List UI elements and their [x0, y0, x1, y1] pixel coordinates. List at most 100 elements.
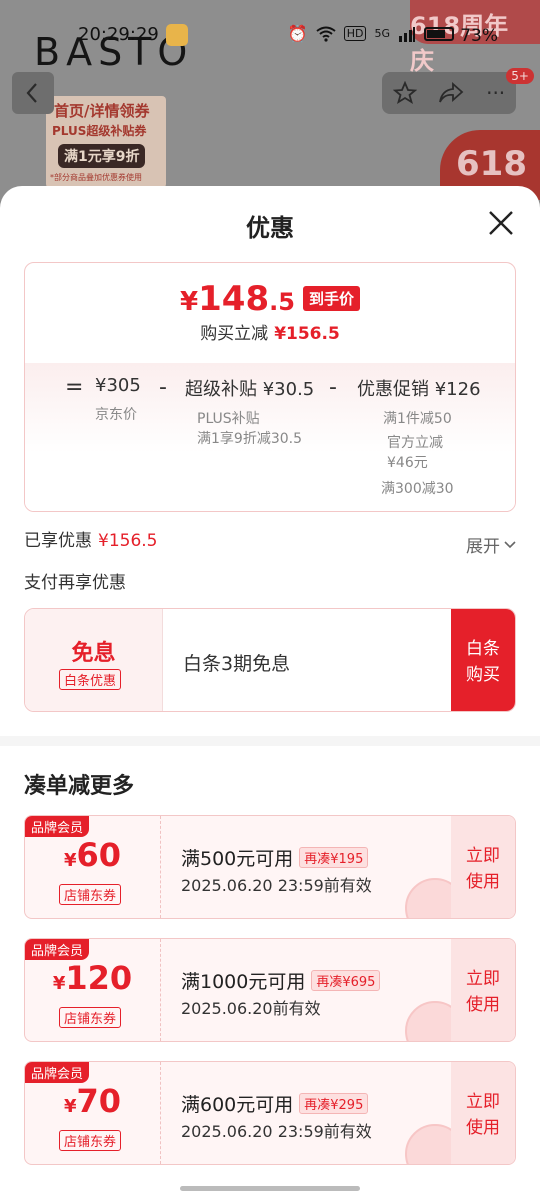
promo-sub4: 满300减30 [381, 481, 454, 497]
badge-618-text: 618 [456, 144, 527, 184]
coupon-type-tag: 店铺东券 [59, 1130, 122, 1151]
coupon-add-more: 再凑¥695 [311, 970, 381, 991]
price-formula: = ¥305 京东价 - 超级补贴 ¥30.5 PLUS补贴 满1享9折减30.… [25, 363, 515, 511]
pay-discount-title: 支付再享优惠 [24, 573, 126, 593]
promo-sub3: ¥46元 [387, 455, 428, 471]
section-divider [0, 736, 540, 746]
alarm-icon: ⏰ [287, 24, 308, 43]
baitiao-description: 白条3期免息 [183, 653, 291, 675]
coupon-currency: ¥ [52, 973, 66, 994]
saved-value: ¥156.5 [98, 531, 158, 551]
chevron-down-icon [504, 540, 516, 548]
saved-discount: 已享优惠 ¥156.5 [24, 526, 157, 551]
price-currency: ¥ [180, 287, 199, 317]
network-icon: 5G [374, 27, 390, 40]
app-notification-icon [166, 24, 188, 46]
coupon-currency: ¥ [63, 1096, 77, 1117]
status-icons: ⏰ HD 5G [288, 24, 454, 43]
coupon-expiry: 2025.06.20前有效 [181, 999, 321, 1018]
op-minus-2: - [329, 375, 337, 400]
coupon-value: 120 [65, 959, 133, 997]
final-price-tag: 到手价 [302, 286, 360, 311]
coupon-value: 60 [76, 836, 122, 874]
back-button[interactable] [12, 72, 54, 114]
promo-line1: 首页/详情领券 [54, 102, 150, 120]
status-time: 20:29:29 [78, 24, 159, 45]
baitiao-left: 免息 白条优惠 [25, 609, 163, 711]
coupon-value: 70 [76, 1082, 122, 1120]
more-menu-icon[interactable]: ··· [486, 81, 505, 105]
coupon-condition-text: 满1000元可用 [181, 971, 306, 993]
promo-sub1: 满1件减50 [383, 411, 452, 427]
saved-label: 已享优惠 [24, 531, 92, 551]
member-badge: 品牌会员 [25, 1062, 90, 1083]
message-count-badge: 5+ [506, 68, 534, 84]
status-bar: 20:29:29 ⏰ HD 5G 73% [0, 22, 540, 52]
promo-line2: PLUS超级补贴券 [52, 124, 147, 138]
expand-label: 展开 [466, 537, 500, 557]
interest-free-label: 免息 [71, 641, 116, 666]
reduce-value: ¥156.5 [274, 324, 340, 344]
baitiao-buy-button[interactable]: 白条 购买 [451, 609, 515, 711]
coupon-card: ¥60 店铺东券 品牌会员 满500元可用 再凑¥195 2025.06.20 2… [24, 815, 516, 919]
baitiao-tag: 白条优惠 [59, 669, 122, 690]
coupon-expiry: 2025.06.20 23:59前有效 [181, 876, 372, 895]
price-breakdown-card: ¥ 148 .5 到手价 购买立减 ¥156.5 = ¥305 京东价 - 超级补… [24, 262, 516, 512]
subsidy-sub1: PLUS补贴 [197, 411, 260, 427]
super-subsidy: 超级补贴 ¥30.5 [185, 379, 315, 400]
home-indicator[interactable] [180, 1186, 360, 1191]
coupon-currency: ¥ [63, 850, 77, 871]
use-line2: 使用 [466, 1117, 500, 1138]
promo-line3: 满1元享9折 [58, 144, 146, 168]
member-badge: 品牌会员 [25, 939, 90, 960]
coupon-add-more: 再凑¥295 [299, 1093, 369, 1114]
promo-line4: *部分商品叠加优惠券使用 [50, 173, 142, 182]
coupon-amount: ¥120 [25, 959, 160, 997]
coupon-amount: ¥70 [25, 1082, 160, 1120]
baitiao-buy-line1: 白条 [466, 639, 500, 659]
coupon-card: ¥120 店铺东券 品牌会员 满1000元可用 再凑¥695 2025.06.20… [24, 938, 516, 1042]
use-line2: 使用 [466, 871, 500, 892]
coupon-type-tag: 店铺东券 [59, 884, 122, 905]
coupon-amount: ¥60 [25, 836, 160, 874]
use-line1: 立即 [466, 846, 500, 866]
coupon-type-tag: 店铺东券 [59, 1007, 122, 1028]
price-decimal: .5 [269, 288, 295, 316]
final-price-section: ¥ 148 .5 到手价 购买立减 ¥156.5 [25, 263, 515, 363]
use-line2: 使用 [466, 994, 500, 1015]
baitiao-offer-card[interactable]: 免息 白条优惠 白条3期免息 白条 购买 [24, 608, 516, 712]
more-discount-title: 凑单减更多 [24, 774, 135, 799]
use-coupon-button[interactable]: 立即 使用 [451, 1062, 515, 1164]
member-badge: 品牌会员 [25, 816, 90, 837]
coupon-condition: 满1000元可用 再凑¥695 [181, 967, 381, 994]
reduce-summary: 购买立减 ¥156.5 [25, 319, 515, 344]
expand-button[interactable]: 展开 [466, 532, 516, 557]
use-coupon-button[interactable]: 立即 使用 [451, 939, 515, 1041]
favorite-star-icon[interactable] [392, 81, 417, 105]
hd-icon: HD [343, 26, 367, 41]
close-icon[interactable] [486, 208, 516, 238]
coupon-add-more: 再凑¥195 [299, 847, 369, 868]
baitiao-buy-line2: 购买 [466, 664, 500, 685]
final-price: ¥ 148 .5 到手价 [25, 279, 515, 319]
subsidy-sub2: 满1享9折减30.5 [197, 431, 302, 447]
use-coupon-button[interactable]: 立即 使用 [451, 816, 515, 918]
price-integer: 148 [198, 279, 270, 319]
sheet-title: 优惠 [246, 214, 294, 242]
promo-sub2: 官方立减 [387, 435, 443, 451]
share-icon[interactable] [438, 82, 464, 104]
wifi-icon [316, 26, 336, 42]
use-line1: 立即 [466, 1092, 500, 1112]
use-line1: 立即 [466, 969, 500, 989]
coupon-condition-text: 满500元可用 [181, 848, 294, 870]
signal-icon [399, 26, 415, 42]
coupon-condition: 满500元可用 再凑¥195 [181, 844, 369, 871]
jd-price: ¥305 [95, 375, 141, 396]
back-arrow-icon [26, 83, 37, 103]
coupon-condition-text: 满600元可用 [181, 1094, 294, 1116]
coupon-card: ¥70 店铺东券 品牌会员 满600元可用 再凑¥295 2025.06.20 2… [24, 1061, 516, 1165]
op-equals: = [65, 375, 84, 400]
battery-icon [424, 26, 454, 41]
promo-discount: 优惠促销 ¥126 [357, 379, 481, 400]
coupon-condition: 满600元可用 再凑¥295 [181, 1090, 369, 1117]
